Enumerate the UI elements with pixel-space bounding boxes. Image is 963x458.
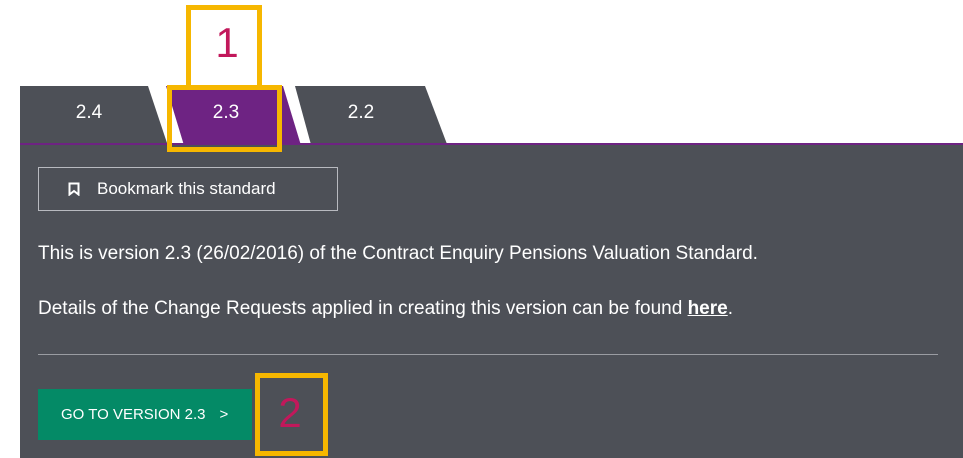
change-requests-link[interactable]: here — [688, 298, 728, 319]
version-description: This is version 2.3 (26/02/2016) of the … — [38, 243, 758, 264]
change-requests-prefix: Details of the Change Requests applied i… — [38, 298, 688, 319]
tab-2-2[interactable]: 2.2 — [330, 98, 392, 128]
bookmark-icon — [68, 182, 80, 196]
version-tabs-strip — [20, 86, 450, 152]
bookmark-button[interactable]: Bookmark this standard — [38, 167, 338, 211]
go-to-version-label: GO TO VERSION 2.3 — [61, 406, 206, 423]
change-requests-text: Details of the Change Requests applied i… — [38, 298, 733, 320]
annotation-box-1 — [167, 85, 282, 152]
annotation-box-1-bridge — [167, 85, 191, 90]
tab-2-4[interactable]: 2.4 — [58, 98, 120, 128]
divider — [38, 354, 938, 355]
change-requests-suffix: . — [727, 298, 733, 319]
chevron-right-icon: > — [219, 406, 229, 423]
annotation-number-2: 2 — [278, 389, 302, 436]
bookmark-label: Bookmark this standard — [97, 179, 276, 198]
go-to-version-button[interactable]: GO TO VERSION 2.3 > — [38, 389, 252, 440]
annotation-number-1: 1 — [215, 19, 239, 66]
